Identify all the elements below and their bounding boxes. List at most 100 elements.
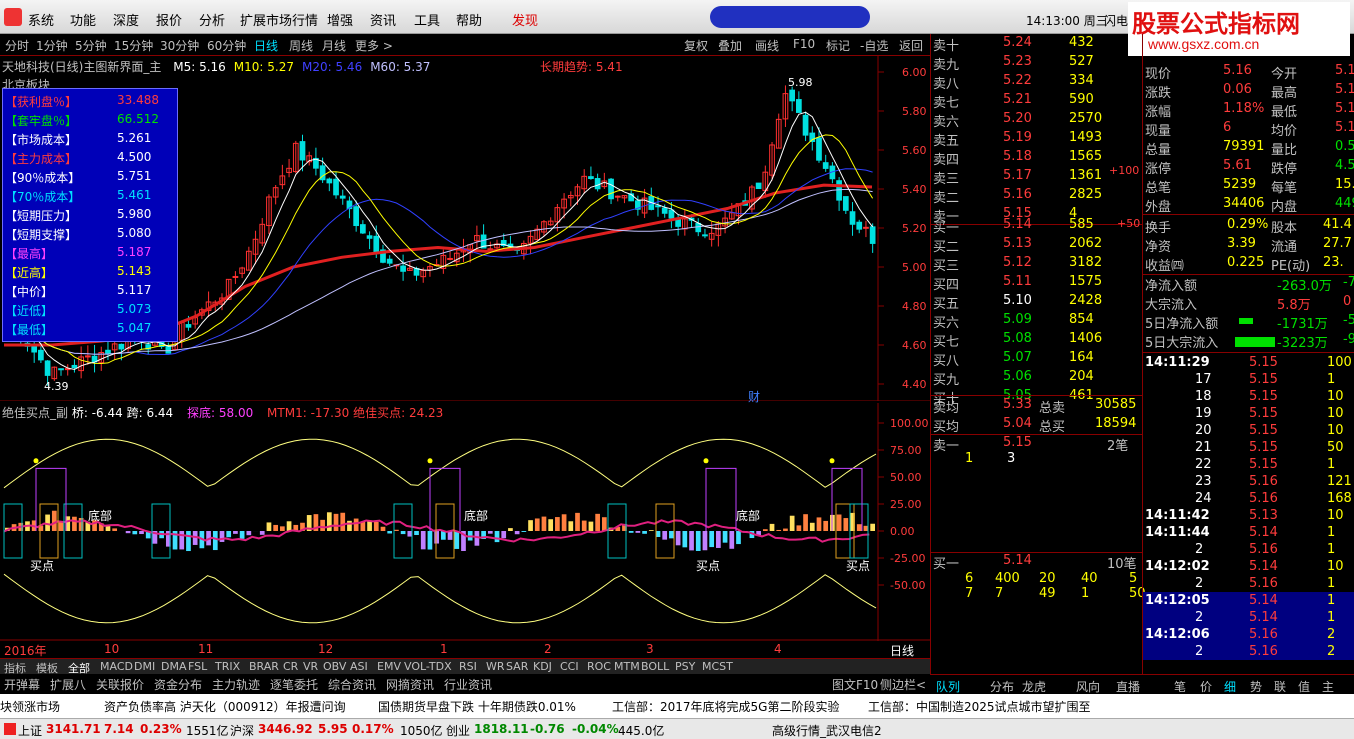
sidebar-toggle[interactable]: 侧边栏< xyxy=(880,676,926,693)
indicator-tab[interactable]: RSI xyxy=(459,660,477,673)
news-item-0[interactable]: 块领涨市场 xyxy=(0,698,60,715)
sell-level-row[interactable]: 卖五 5.19 1493 xyxy=(931,129,1143,149)
indicator-tab[interactable]: KDJ xyxy=(533,660,552,673)
period-tab-15min[interactable]: 15分钟 xyxy=(114,37,153,54)
indicator-subchart[interactable]: 绝佳买点_副 桥: -6.44 跨: 6.44 探底: 58.00 MTM1: … xyxy=(0,403,930,641)
indicator-tab[interactable]: FSL xyxy=(188,660,207,673)
right-tab[interactable]: 细 xyxy=(1224,678,1236,695)
self-select-button[interactable]: -自选 xyxy=(860,37,888,54)
tick-row[interactable]: 2 5.16 1 xyxy=(1143,541,1354,558)
buy-level-row[interactable]: 买九 5.06 204 xyxy=(931,368,1143,388)
indicator-tab[interactable]: MCST xyxy=(702,660,733,673)
indicator-tab[interactable]: DMI xyxy=(134,660,155,673)
right-tab[interactable]: 主 xyxy=(1322,678,1334,695)
function-button[interactable]: 综合资讯 xyxy=(328,676,376,693)
indicator-tab[interactable]: ASI xyxy=(350,660,368,673)
period-tab-30min[interactable]: 30分钟 xyxy=(160,37,199,54)
sell-level-row[interactable]: 卖八 5.22 334 xyxy=(931,72,1143,92)
tick-row[interactable]: 14:12:06 5.16 2 xyxy=(1143,626,1354,643)
function-button[interactable]: 开弹幕 xyxy=(4,676,40,693)
menu-item-analysis[interactable]: 分析 xyxy=(199,10,225,29)
overlay-button[interactable]: 叠加 xyxy=(718,37,742,54)
indicator-tab[interactable]: VOL-TDX xyxy=(404,660,452,673)
indicator-tab[interactable]: MACD xyxy=(100,660,133,673)
tick-row[interactable]: 2 5.16 1 xyxy=(1143,575,1354,592)
indicator-tab[interactable]: BRAR xyxy=(249,660,279,673)
tick-row[interactable]: 23 5.16 121 xyxy=(1143,473,1354,490)
right-tab[interactable]: 价 xyxy=(1200,678,1212,695)
menu-item-news[interactable]: 资讯 xyxy=(370,10,396,29)
tick-row[interactable]: 22 5.15 1 xyxy=(1143,456,1354,473)
tick-row[interactable]: 21 5.15 50 xyxy=(1143,439,1354,456)
tick-row[interactable]: 19 5.15 10 xyxy=(1143,405,1354,422)
function-button[interactable]: 逐笔委托 xyxy=(270,676,318,693)
sell-level-row[interactable]: 卖二 5.16 2825 xyxy=(931,186,1143,206)
news-item-4[interactable]: 工信部：中国制造2025试点城市望扩围至 xyxy=(868,698,1091,715)
right-tab[interactable]: 直播 xyxy=(1116,678,1140,695)
menu-item-quote[interactable]: 报价 xyxy=(156,10,182,29)
mark-button[interactable]: 标记 xyxy=(826,37,850,54)
tick-row[interactable]: 18 5.15 10 xyxy=(1143,388,1354,405)
buy-level-row[interactable]: 买八 5.07 164 xyxy=(931,349,1143,369)
news-item-2[interactable]: 国债期货早盘下跌 十年期债跌0.01% xyxy=(378,698,576,715)
right-tab[interactable]: 龙虎 xyxy=(1022,678,1046,695)
tick-row[interactable]: 2 5.16 2 xyxy=(1143,643,1354,660)
tick-row[interactable]: 14:11:42 5.13 10 xyxy=(1143,507,1354,524)
buy-level-row[interactable]: 买一 5.14 585 xyxy=(931,216,1143,236)
tick-row[interactable]: 14:11:44 5.14 1 xyxy=(1143,524,1354,541)
indicator-tab[interactable]: VR xyxy=(303,660,318,673)
function-button[interactable]: 关联报价 xyxy=(96,676,144,693)
tick-row[interactable]: 2 5.14 1 xyxy=(1143,609,1354,626)
period-tab-60min[interactable]: 60分钟 xyxy=(207,37,246,54)
period-tab-intraday[interactable]: 分时 xyxy=(5,37,29,54)
restore-right-button[interactable]: 复权 xyxy=(684,37,708,54)
period-tab-1min[interactable]: 1分钟 xyxy=(36,37,68,54)
period-tab-weekly[interactable]: 周线 xyxy=(289,37,313,54)
right-tab[interactable]: 联 xyxy=(1274,678,1286,695)
indicator-tab[interactable]: TRIX xyxy=(215,660,240,673)
indicator-tab[interactable]: DMA xyxy=(161,660,187,673)
buy-level-row[interactable]: 买五 5.10 2428 xyxy=(931,292,1143,312)
right-tab[interactable]: 势 xyxy=(1250,678,1262,695)
draw-line-button[interactable]: 画线 xyxy=(755,37,779,54)
indicator-tab[interactable]: CR xyxy=(283,660,298,673)
buy-level-row[interactable]: 买二 5.13 2062 xyxy=(931,235,1143,255)
function-button[interactable]: 扩展八 xyxy=(50,676,86,693)
sh-label[interactable]: 上证 xyxy=(18,722,42,739)
flash-button[interactable]: 闪电 xyxy=(1104,12,1128,29)
right-tab[interactable]: 笔 xyxy=(1174,678,1186,695)
indicator-tab[interactable]: MTM xyxy=(614,660,640,673)
indicator-tab[interactable]: SAR xyxy=(506,660,528,673)
sell-level-row[interactable]: 卖十 5.24 432 xyxy=(931,34,1143,54)
tick-row[interactable]: 14:12:02 5.14 10 xyxy=(1143,558,1354,575)
f10-text-button[interactable]: 图文F10 xyxy=(832,676,878,693)
right-tab[interactable]: 值 xyxy=(1298,678,1310,695)
function-button[interactable]: 网摘资讯 xyxy=(386,676,434,693)
right-tab[interactable]: 风向 xyxy=(1076,678,1100,695)
server-name[interactable]: 高级行情_武汉电信2 xyxy=(772,722,882,739)
indicator-tab[interactable]: CCI xyxy=(560,660,579,673)
tick-row[interactable]: 20 5.15 10 xyxy=(1143,422,1354,439)
menu-item-system[interactable]: 系统 xyxy=(28,10,54,29)
indicator-tab[interactable]: ROC xyxy=(587,660,611,673)
indicator-tab[interactable]: WR xyxy=(486,660,505,673)
news-item-3[interactable]: 工信部：2017年底将完成5G第二阶段实验 xyxy=(612,698,839,715)
menu-item-discover[interactable]: 发现 xyxy=(512,10,538,29)
function-button[interactable]: 行业资讯 xyxy=(444,676,492,693)
menu-item-tools[interactable]: 工具 xyxy=(414,10,440,29)
sell-level-row[interactable]: 卖九 5.23 527 xyxy=(931,53,1143,73)
menu-item-help[interactable]: 帮助 xyxy=(456,10,482,29)
right-tab[interactable]: 队列 xyxy=(936,678,960,695)
menu-item-enhance[interactable]: 增强 xyxy=(327,10,353,29)
indicator-tab[interactable]: OBV xyxy=(323,660,346,673)
period-tab-5min[interactable]: 5分钟 xyxy=(75,37,107,54)
function-button[interactable]: 资金分布 xyxy=(154,676,202,693)
f10-button[interactable]: F10 xyxy=(793,37,815,51)
back-button[interactable]: 返回 xyxy=(899,37,923,54)
cy-label[interactable]: 创业 xyxy=(446,722,470,739)
period-tab-more[interactable]: 更多 > xyxy=(355,37,393,54)
tick-row[interactable]: 14:12:05 5.14 1 xyxy=(1143,592,1354,609)
sz-label[interactable]: 沪深 xyxy=(230,722,254,739)
indicator-tab[interactable]: EMV xyxy=(377,660,401,673)
sell-level-row[interactable]: 卖六 5.20 2570 xyxy=(931,110,1143,130)
